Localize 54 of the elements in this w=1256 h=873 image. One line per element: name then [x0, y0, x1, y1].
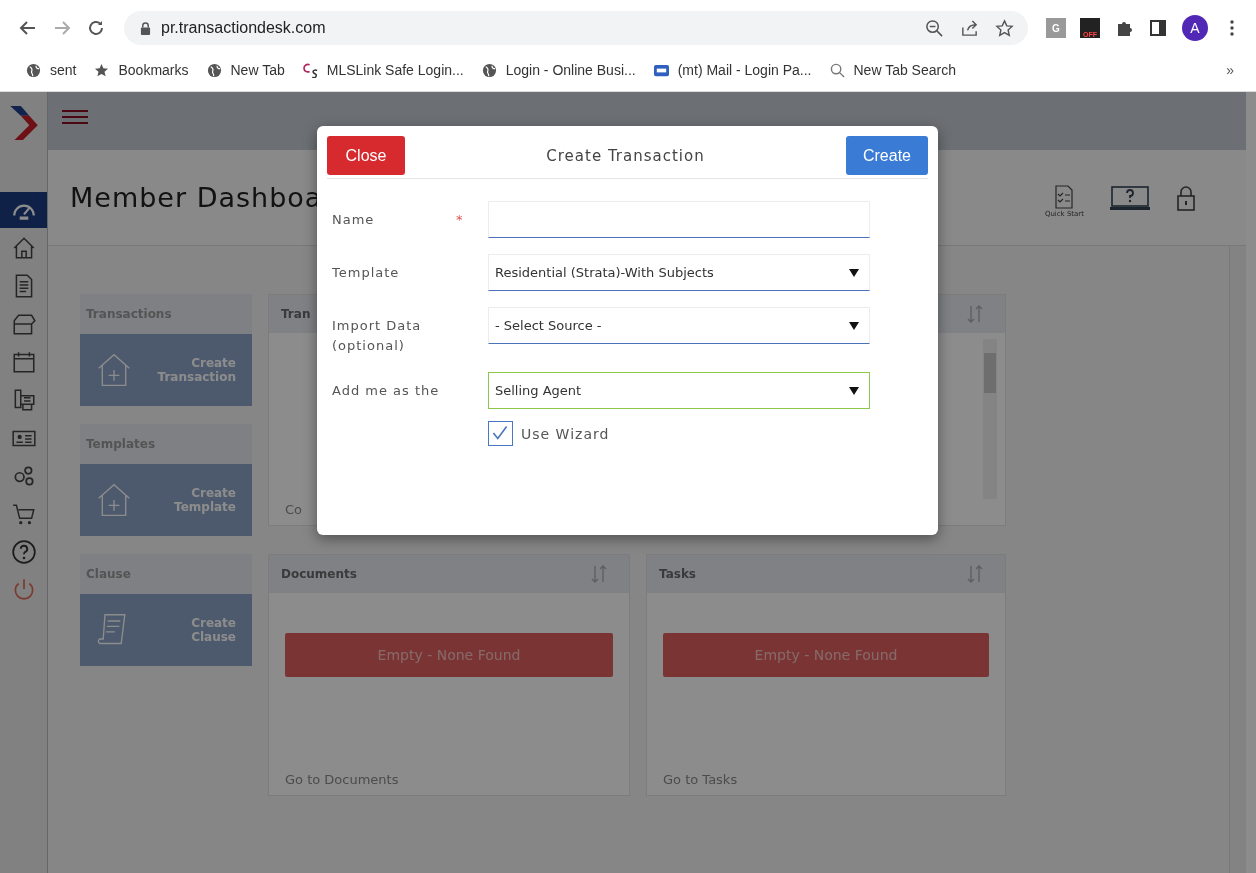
field-label: Name	[332, 211, 376, 229]
dropdown-arrow-icon	[849, 386, 859, 395]
star-icon	[94, 62, 110, 78]
help-monitor-icon[interactable]	[1110, 185, 1150, 210]
field-label: Import Data (optional)	[332, 317, 423, 355]
scrollbar[interactable]	[983, 339, 997, 499]
lock-icon	[140, 21, 151, 35]
globe-icon	[206, 62, 222, 78]
help-icon	[10, 539, 37, 565]
url-text: pr.transactiondesk.com	[161, 19, 326, 37]
profile-avatar[interactable]: A	[1182, 15, 1208, 41]
mail-logo-icon	[653, 62, 669, 78]
dropdown-arrow-icon	[849, 321, 859, 330]
house-plus-icon	[96, 481, 132, 519]
sidebar-item[interactable]	[0, 192, 47, 228]
dialog-title: Create Transaction	[546, 146, 705, 165]
calendar-icon	[10, 349, 37, 375]
cs-logo-icon	[302, 62, 318, 78]
panel-title: Tran	[281, 307, 311, 321]
required-mark: *	[456, 211, 464, 229]
bookmark[interactable]: sent	[26, 62, 77, 78]
checklist-icon	[1054, 185, 1075, 209]
page-title: Member Dashboa	[70, 182, 323, 213]
more-bookmarks-button[interactable]: »	[1226, 62, 1234, 78]
field-label: Template	[332, 264, 401, 282]
panel-title: Tasks	[659, 567, 696, 581]
create-button[interactable]: Create	[846, 136, 928, 175]
side-panel-icon[interactable]	[1148, 18, 1168, 38]
checkbox-label: Use Wizard	[521, 425, 610, 442]
zoom-out-icon[interactable]	[925, 18, 944, 38]
bookmark[interactable]: Login - Online Busi...	[481, 62, 636, 78]
close-button[interactable]: Close	[327, 136, 405, 175]
bookmark[interactable]: (mt) Mail - Login Pa...	[653, 62, 812, 78]
star-icon[interactable]	[995, 18, 1014, 38]
search-icon	[829, 62, 845, 78]
bookmark[interactable]: MLSLink Safe Login...	[302, 62, 464, 78]
bookmark[interactable]: New Tab	[206, 62, 285, 78]
panel-title: Documents	[281, 567, 357, 581]
bookmark[interactable]: New Tab Search	[829, 62, 956, 78]
reload-icon[interactable]	[86, 18, 106, 38]
select-field[interactable]: Residential (Strata)-With Subjects	[488, 254, 870, 291]
bookmark[interactable]: Bookmarks	[94, 62, 189, 78]
field-label: Add me as the	[332, 382, 441, 400]
share-icon[interactable]	[960, 18, 979, 38]
house-plus-icon	[96, 351, 132, 389]
globe-icon	[481, 62, 497, 78]
name-input[interactable]	[488, 201, 870, 238]
dropdown-arrow-icon	[849, 268, 859, 277]
address-bar[interactable]: pr.transactiondesk.com	[124, 11, 1028, 45]
globe-icon	[26, 62, 41, 78]
select-field[interactable]: Selling Agent	[488, 372, 870, 409]
lock-icon[interactable]	[1176, 184, 1196, 211]
select-field[interactable]: - Select Source -	[488, 307, 870, 344]
checkbox[interactable]	[488, 421, 513, 446]
